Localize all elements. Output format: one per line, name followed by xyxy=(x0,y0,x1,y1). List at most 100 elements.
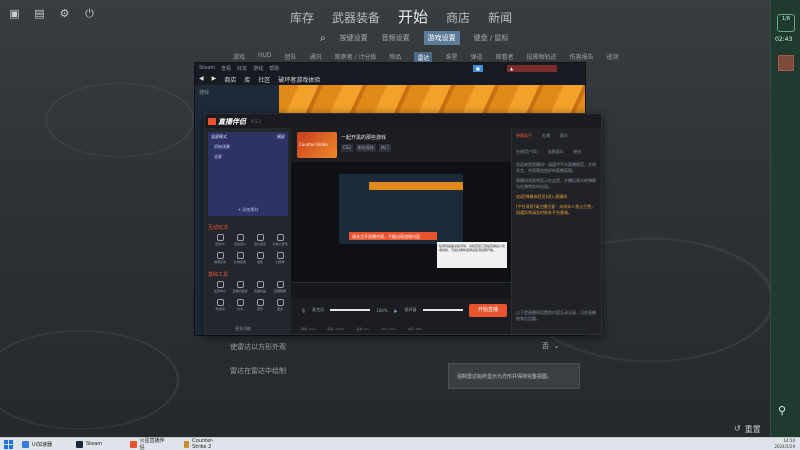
mic-volume-slider[interactable] xyxy=(330,309,371,311)
tab-telemetry[interactable]: 遥测 xyxy=(607,52,619,63)
tool-gift-game[interactable]: 礼物小游戏 xyxy=(271,234,289,246)
tool-task-center[interactable]: 任务中心 xyxy=(211,281,229,293)
rank-level: 1/6 xyxy=(781,16,791,22)
status-memory: 内存: 48% xyxy=(407,327,423,331)
scene-mode-horizontal[interactable]: 横屏 xyxy=(277,134,285,140)
windows-start-icon[interactable] xyxy=(4,439,13,449)
subnav-game[interactable]: 游戏设置 xyxy=(423,31,460,45)
subtab-mic[interactable]: 连麦观众 xyxy=(548,149,564,155)
tool-audience-mic[interactable]: 观众连麦 xyxy=(251,234,269,246)
left-panel: 竖屏模式 横屏 初始场景 全屏 + 添加素材 互动玩法 连线PK 连线观众 观众… xyxy=(205,128,291,334)
stream-tag[interactable]: 射击竞技 xyxy=(355,144,376,152)
taskbar-item-live[interactable]: 火星直播伴侣 xyxy=(126,438,172,450)
stream-title[interactable]: 一起开黑的那些游戏 xyxy=(341,134,386,141)
steam-menu-friends[interactable]: 好友 xyxy=(237,65,247,72)
tool-label: 任务中心 xyxy=(213,289,226,293)
gear-icon[interactable]: ⚙ xyxy=(58,7,71,20)
scene-sub[interactable]: 初始场景 xyxy=(208,142,288,152)
nav-store[interactable]: 商店 xyxy=(446,9,470,26)
right-panel: 弹幕助手 礼物 观众 在线用户(0) 连麦观众 粉丝 欢迎来到直播间！请遵守平台… xyxy=(511,128,601,334)
basic-tools-grid: 任务中心 直播间设置 直播商品 直播数据 粉丝团 分享 音乐 更多 xyxy=(211,281,289,311)
taskbar-item-cs2[interactable]: Counter-Strike 2 xyxy=(180,438,226,450)
tool-wishlist[interactable]: 心愿单 xyxy=(271,252,289,264)
cabinet-icon[interactable]: ▣ xyxy=(8,7,21,20)
steam-menu-view[interactable]: 查看 xyxy=(221,65,231,72)
setting-value-square-radar[interactable]: 否 ⌄ xyxy=(542,341,559,351)
tab-danmaku[interactable]: 弹幕助手 xyxy=(516,133,532,139)
stream-tag[interactable]: CS2 xyxy=(341,144,353,152)
briefcase-icon[interactable]: ▤ xyxy=(33,7,46,20)
library-filter[interactable]: 游戏 xyxy=(199,90,209,96)
subtab-online[interactable]: 在线用户(0) xyxy=(516,149,538,155)
taskbar-item-steam[interactable]: Steam xyxy=(72,438,118,450)
search-icon[interactable]: ⌕ xyxy=(320,33,326,44)
mic-icon[interactable]: 🎙 xyxy=(301,308,306,313)
subtab-fans[interactable]: 粉丝 xyxy=(574,149,582,155)
tool-connect-audience[interactable]: 连线观众 xyxy=(231,234,249,246)
start-live-button[interactable]: 开始直播 xyxy=(469,304,507,317)
steam-nav-community[interactable]: 社区 xyxy=(258,75,270,84)
tool-pk[interactable]: 连线PK xyxy=(211,234,229,246)
antenna-icon[interactable]: ⚲ xyxy=(778,404,786,417)
subnav-controls[interactable]: 按键设置 xyxy=(340,33,368,43)
tool-label: 音乐 xyxy=(256,307,263,311)
nav-news[interactable]: 新闻 xyxy=(488,9,512,26)
back-icon[interactable]: ◀ xyxy=(199,75,204,83)
live-app-icon xyxy=(130,440,137,448)
taskbar-item-accelerator[interactable]: Ui加速器 xyxy=(18,438,64,450)
steam-account-button[interactable]: ▲ xyxy=(507,65,557,72)
forward-icon[interactable]: ▶ xyxy=(212,75,217,83)
setting-value-text: 否 xyxy=(542,342,549,350)
subnav-audio[interactable]: 音频设置 xyxy=(382,33,410,43)
tool-more[interactable]: 更多 xyxy=(271,299,289,311)
tool-fans[interactable]: 粉丝团 xyxy=(211,299,229,311)
game-cover[interactable]: Counter-Strike xyxy=(297,132,337,158)
steam-nav-profile[interactable]: 破坏者游戏体验 xyxy=(278,75,320,84)
tool-lottery[interactable]: 抽奖 xyxy=(251,252,269,264)
stream-preview[interactable]: 请关注开直播合规，不能出现违规内容 检测到画面采集异常，请检查窗口源是否被最小化… xyxy=(291,162,511,298)
speaker-icon[interactable]: 🔈 xyxy=(394,308,399,313)
rank-badge[interactable]: 1/6 xyxy=(777,14,795,32)
nav-loadout[interactable]: 武器装备 xyxy=(332,9,380,26)
interactive-tools-title: 互动玩法 xyxy=(208,225,229,231)
nav-play[interactable]: 开始 xyxy=(398,6,428,27)
steam-nav-library[interactable]: 库 xyxy=(244,75,250,84)
more-functions-link[interactable]: 更多功能 xyxy=(235,326,251,332)
pk-icon xyxy=(216,234,224,241)
tool-danmaku[interactable]: 弹幕互动 xyxy=(211,252,229,264)
compliance-alert: 请关注开直播合规，不能出现违规内容 xyxy=(349,232,437,240)
tool-label: 心愿单 xyxy=(275,260,285,264)
tool-music[interactable]: 音乐 xyxy=(251,299,269,311)
avatar[interactable] xyxy=(778,55,794,71)
chart-icon xyxy=(276,281,284,288)
steam-nav-store[interactable]: 商店 xyxy=(224,75,236,84)
scene-source-item[interactable]: 全屏 xyxy=(208,152,288,162)
more-icon xyxy=(276,299,284,306)
cs2-friends-sidebar: 1/6 02:43 ⚲ xyxy=(770,0,800,437)
steam-menu-games[interactable]: 游戏 xyxy=(253,65,263,72)
main-navigation: 库存 武器装备 开始 商店 新闻 xyxy=(290,6,512,27)
stream-tag[interactable]: 热门 xyxy=(378,144,391,152)
tool-products[interactable]: 直播商品 xyxy=(251,281,269,293)
tool-data[interactable]: 直播数据 xyxy=(271,281,289,293)
reset-button[interactable]: ↺ 重置 xyxy=(734,424,761,435)
speaker-volume-slider[interactable] xyxy=(422,309,463,311)
power-icon[interactable]: ⏻ xyxy=(83,7,96,20)
steam-menu-steam[interactable]: Steam xyxy=(199,65,215,71)
tab-gifts[interactable]: 礼物 xyxy=(542,133,550,139)
subnav-keyboard-mouse[interactable]: 键盘 / 鼠标 xyxy=(474,33,509,43)
tab-audience[interactable]: 观众 xyxy=(560,133,568,139)
tool-room-settings[interactable]: 直播间设置 xyxy=(231,281,249,293)
tool-vote[interactable]: 礼物投票 xyxy=(231,252,249,264)
fans-icon xyxy=(216,299,224,306)
tool-label: 礼物投票 xyxy=(233,260,246,264)
tool-share[interactable]: 分享 xyxy=(231,299,249,311)
add-source-button[interactable]: + 添加素材 xyxy=(208,207,288,213)
scene-mode-vertical[interactable]: 竖屏模式 xyxy=(211,134,227,140)
steam-menu-help[interactable]: 帮助 xyxy=(269,65,279,72)
nav-inventory[interactable]: 库存 xyxy=(290,9,314,26)
steam-notify-button[interactable]: ■ xyxy=(473,65,483,72)
tool-label: 连线PK xyxy=(215,242,225,246)
system-tray-clock[interactable]: 14:14 2024/5/29 xyxy=(774,438,795,450)
app-version: 9.5.1 xyxy=(251,119,262,124)
